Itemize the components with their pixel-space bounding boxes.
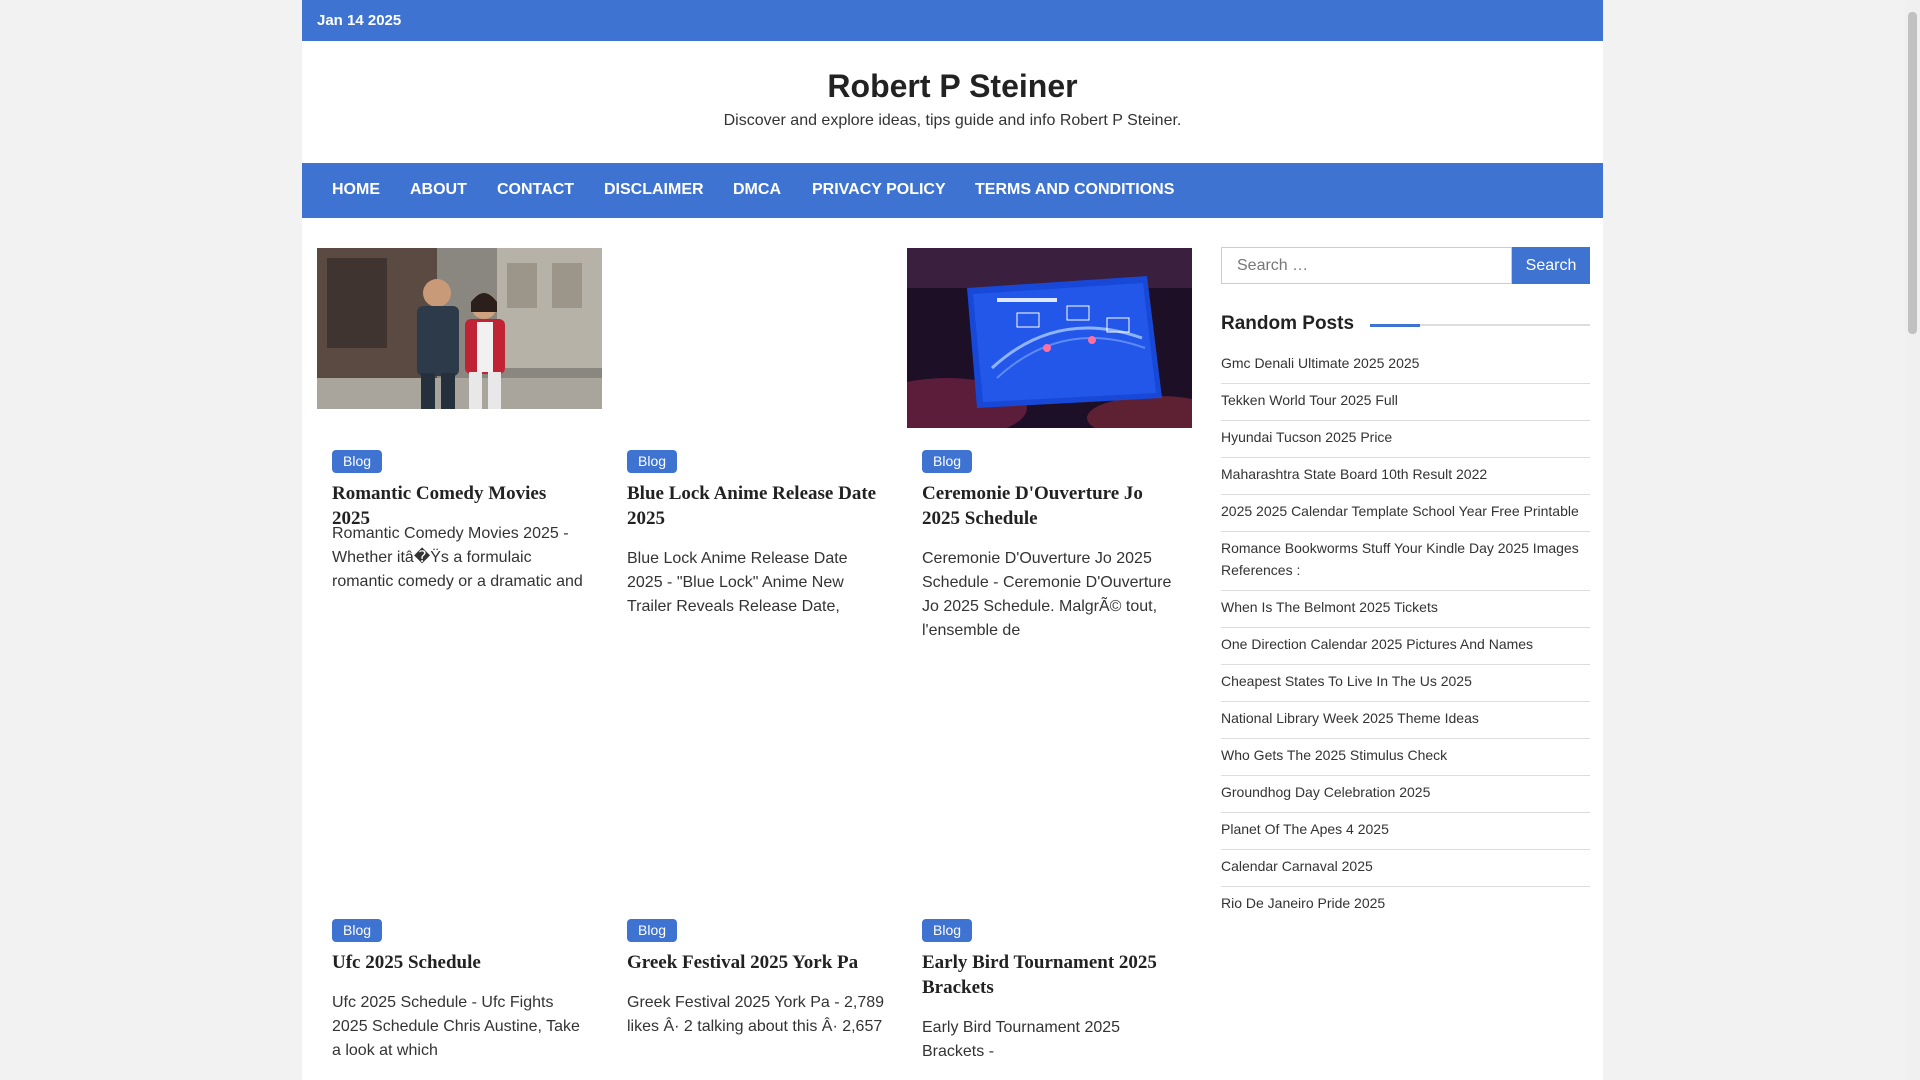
nav-contact[interactable]: CONTACT (497, 181, 574, 199)
site-branding: Robert P Steiner Discover and explore id… (302, 41, 1603, 163)
current-date: Jan 14 2025 (317, 12, 402, 29)
random-post-link[interactable]: Calendar Carnaval 2025 (1221, 852, 1590, 887)
post-excerpt: Early Bird Tournament 2025 Brackets - (922, 1019, 1121, 1060)
category-badge[interactable]: Blog (627, 919, 678, 942)
post-excerpt: Ufc 2025 Schedule - Ufc Fights 2025 Sche… (332, 994, 580, 1059)
post-title[interactable]: Early Bird Tournament 2025 Brackets (922, 950, 1177, 1000)
page: Jan 14 2025 Robert P Steiner Discover an… (302, 0, 1603, 1080)
random-posts-list: Gmc Denali Ultimate 2025 2025 Tekken Wor… (1221, 349, 1590, 925)
random-posts-heading: Random Posts (1221, 313, 1355, 334)
search-input[interactable] (1221, 247, 1512, 284)
random-post-link[interactable]: One Direction Calendar 2025 Pictures And… (1221, 630, 1590, 665)
top-bar: Jan 14 2025 (302, 0, 1603, 41)
post-excerpt: Blue Lock Anime Release Date 2025 - "Blu… (627, 550, 848, 615)
post-title[interactable]: Blue Lock Anime Release Date 2025 (627, 481, 882, 531)
vertical-scrollbar[interactable] (1905, 0, 1920, 1080)
nav-disclaimer[interactable]: DISCLAIMER (604, 181, 704, 199)
nav-terms-and-conditions[interactable]: TERMS AND CONDITIONS (975, 181, 1174, 199)
nav-about[interactable]: ABOUT (410, 181, 467, 199)
random-post-link[interactable]: Tekken World Tour 2025 Full (1221, 386, 1590, 421)
post-excerpt: Romantic Comedy Movies 2025 - Whether it… (332, 525, 583, 590)
category-badge[interactable]: Blog (627, 450, 678, 473)
category-badge[interactable]: Blog (922, 919, 973, 942)
post-title[interactable]: Ufc 2025 Schedule (332, 950, 587, 975)
category-badge[interactable]: Blog (332, 919, 383, 942)
random-post-link[interactable]: Cheapest States To Live In The Us 2025 (1221, 667, 1590, 702)
category-badge[interactable]: Blog (922, 450, 973, 473)
heading-divider (1370, 324, 1590, 327)
random-post-link[interactable]: Who Gets The 2025 Stimulus Check (1221, 741, 1590, 776)
random-post-link[interactable]: National Library Week 2025 Theme Ideas (1221, 704, 1590, 739)
couple-walking-image (317, 248, 602, 409)
post-excerpt: Ceremonie D'Ouverture Jo 2025 Schedule -… (922, 550, 1172, 639)
nav-home[interactable]: HOME (332, 181, 380, 199)
post-title[interactable]: Greek Festival 2025 York Pa (627, 950, 882, 975)
random-post-link[interactable]: Groundhog Day Celebration 2025 (1221, 778, 1590, 813)
random-post-link[interactable]: When Is The Belmont 2025 Tickets (1221, 593, 1590, 628)
random-post-link[interactable]: Planet Of The Apes 4 2025 (1221, 815, 1590, 850)
search-form: Search (1221, 247, 1590, 284)
site-description: Discover and explore ideas, tips guide a… (723, 112, 1182, 129)
post-title[interactable]: Ceremonie D'Ouverture Jo 2025 Schedule (922, 481, 1177, 531)
ceremony-screen-image (907, 248, 1192, 428)
post-thumbnail-ceremony[interactable] (907, 248, 1192, 428)
site-title[interactable]: Robert P Steiner (302, 68, 1603, 105)
post-thumbnail-couple[interactable] (317, 248, 602, 409)
post-excerpt: Greek Festival 2025 York Pa - 2,789 like… (627, 994, 885, 1035)
random-post-link[interactable]: Rio De Janeiro Pride 2025 (1221, 889, 1590, 923)
search-button[interactable]: Search (1512, 247, 1590, 284)
random-post-link[interactable]: Gmc Denali Ultimate 2025 2025 (1221, 349, 1590, 384)
category-badge[interactable]: Blog (332, 450, 383, 473)
main-navigation: HOME ABOUT CONTACT DISCLAIMER DMCA PRIVA… (302, 163, 1603, 218)
scrollbar-thumb[interactable] (1908, 12, 1917, 334)
heading-divider-accent (1370, 324, 1420, 327)
random-post-link[interactable]: 2025 2025 Calendar Template School Year … (1221, 497, 1590, 532)
random-post-link[interactable]: Maharashtra State Board 10th Result 2022 (1221, 460, 1590, 495)
nav-privacy-policy[interactable]: PRIVACY POLICY (812, 181, 946, 199)
random-post-link[interactable]: Hyundai Tucson 2025 Price (1221, 423, 1590, 458)
random-post-link[interactable]: Romance Bookworms Stuff Your Kindle Day … (1221, 534, 1590, 591)
nav-dmca[interactable]: DMCA (733, 181, 781, 199)
